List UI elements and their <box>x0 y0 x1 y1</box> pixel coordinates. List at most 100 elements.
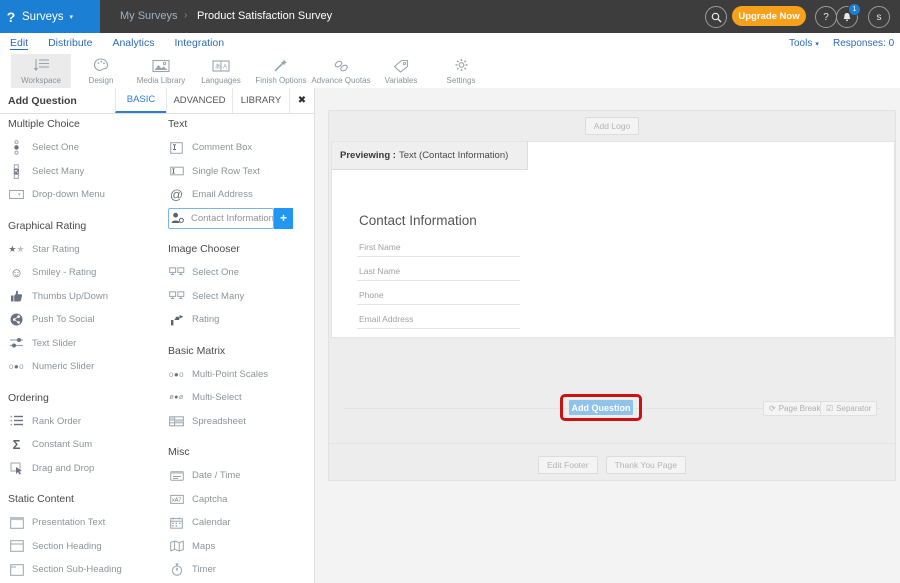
toolbar-item-advance-quotas[interactable]: Advance Quotas <box>311 54 371 88</box>
app-logo-surveys-menu[interactable]: ? Surveys ▾ <box>0 0 100 33</box>
avatar[interactable]: s <box>868 6 890 28</box>
single-row-text-icon <box>168 163 185 179</box>
question-type-captcha[interactable]: xA7 Captcha <box>168 488 310 512</box>
translate-icon: あA <box>212 57 230 74</box>
question-type-drag-and-drop[interactable]: Drag and Drop <box>8 457 158 481</box>
question-type-star-rating[interactable]: ★★ Star Rating <box>8 238 158 262</box>
contact-information-option[interactable]: Contact Information <box>168 208 274 229</box>
page-break-button[interactable]: ⟳ Page Break <box>763 401 827 416</box>
edit-footer-button[interactable]: Edit Footer <box>538 456 598 474</box>
questionpro-survey-editor: ? Surveys ▾ My Surveys › Product Satisfa… <box>0 0 900 583</box>
item-label: Single Row Text <box>192 166 260 177</box>
close-icon[interactable]: ✖ <box>289 88 314 113</box>
add-contact-information-button[interactable]: + <box>274 208 293 229</box>
toolbar-item-workspace[interactable]: Workspace <box>11 54 71 88</box>
toolbar-label: Finish Options <box>255 76 306 85</box>
search-icon[interactable] <box>705 6 727 28</box>
question-type-contact-information[interactable]: Contact Information + <box>168 207 310 231</box>
add-question-panel: Add Question BASIC ADVANCED LIBRARY ✖ Mu… <box>0 88 315 583</box>
field-last-name[interactable]: Last Name <box>357 266 520 281</box>
item-label: Date / Time <box>192 470 241 481</box>
panel-header: Add Question BASIC ADVANCED LIBRARY ✖ <box>0 88 314 114</box>
star-icon: ★★ <box>8 241 25 257</box>
toolbar-item-variables[interactable]: Variables <box>371 54 431 88</box>
panel-title: Add Question <box>8 95 77 107</box>
question-type-single-row-text[interactable]: Single Row Text <box>168 160 310 184</box>
toolbar-item-design[interactable]: Design <box>71 54 131 88</box>
help-icon[interactable]: ? <box>815 6 837 28</box>
numeric-slider-icon: o●o <box>8 359 25 375</box>
question-type-thumbs-up-down[interactable]: Thumbs Up/Down <box>8 285 158 309</box>
breadcrumb-my-surveys[interactable]: My Surveys <box>120 10 177 22</box>
question-type-section-heading[interactable]: Section Heading <box>8 535 158 559</box>
captcha-icon: xA7 <box>168 491 185 507</box>
previewing-value: Text (Contact Information) <box>399 150 508 161</box>
item-label: Select Many <box>192 291 244 302</box>
top-bar: ? Surveys ▾ My Surveys › Product Satisfa… <box>0 0 900 33</box>
upgrade-now-button[interactable]: Upgrade Now <box>732 6 806 26</box>
nav-item-distribute[interactable]: Distribute <box>48 37 92 50</box>
tab-library[interactable]: LIBRARY <box>232 88 289 113</box>
separator-button[interactable]: ☑ Separator <box>820 401 877 416</box>
tab-basic[interactable]: BASIC <box>115 88 166 113</box>
svg-text:あ: あ <box>215 63 221 70</box>
question-type-push-to-social[interactable]: Push To Social <box>8 308 158 332</box>
panel-tabs: BASIC ADVANCED LIBRARY ✖ <box>115 88 314 113</box>
tools-menu[interactable]: Tools▾ <box>789 38 819 49</box>
field-phone[interactable]: Phone <box>357 290 520 305</box>
question-type-image-rating[interactable]: Rating <box>168 308 310 332</box>
presentation-text-icon <box>8 515 25 531</box>
nav-item-integration[interactable]: Integration <box>174 37 224 50</box>
question-type-timer[interactable]: Timer <box>168 558 310 582</box>
add-question-button[interactable]: Add Question <box>569 400 633 415</box>
question-type-comment-box[interactable]: Comment Box <box>168 136 310 160</box>
field-placeholder: Email Address <box>357 314 520 328</box>
toolbar-item-languages[interactable]: あA Languages <box>191 54 251 88</box>
question-type-rank-order[interactable]: Rank Order <box>8 410 158 434</box>
question-type-drop-down-menu[interactable]: Drop-down Menu <box>8 183 158 207</box>
image-select-one-icon <box>168 265 185 281</box>
editor-toolbar: Workspace Design Media Library あA Langua… <box>0 54 900 89</box>
footer-divider <box>329 443 895 444</box>
toolbar-item-media-library[interactable]: Media Library <box>131 54 191 88</box>
section-subheading-icon <box>8 562 25 578</box>
item-label: Presentation Text <box>32 517 105 528</box>
tab-advanced[interactable]: ADVANCED <box>166 88 232 113</box>
gear-icon <box>454 57 469 74</box>
question-type-presentation-text[interactable]: Presentation Text <box>8 511 158 535</box>
question-type-section-sub-heading[interactable]: Section Sub-Heading <box>8 558 158 582</box>
previewing-label-tab: Previewing : Text (Contact Information) <box>332 142 528 170</box>
question-type-image-select-one[interactable]: Select One <box>168 261 310 285</box>
item-label: Rating <box>192 314 219 325</box>
question-type-spreadsheet[interactable]: Spreadsheet <box>168 410 310 434</box>
add-logo-button[interactable]: Add Logo <box>585 117 639 135</box>
group-misc: Misc Date / Time xA7 Captcha <box>168 446 310 582</box>
workspace-icon <box>33 57 50 74</box>
question-type-numeric-slider[interactable]: o●o Numeric Slider <box>8 355 158 379</box>
nav-item-edit[interactable]: Edit <box>10 37 28 50</box>
group-text: Text Comment Box Single Row Text @ Email… <box>168 118 310 230</box>
item-label: Maps <box>192 541 215 552</box>
item-label: Section Heading <box>32 541 102 552</box>
question-type-email-address[interactable]: @ Email Address <box>168 183 310 207</box>
question-type-multi-point-scales[interactable]: o●o Multi-Point Scales <box>168 363 310 387</box>
toolbar-item-settings[interactable]: Settings <box>431 54 491 88</box>
question-type-select-many[interactable]: Select Many <box>8 160 158 184</box>
field-email-address[interactable]: Email Address <box>357 314 520 329</box>
question-type-maps[interactable]: Maps <box>168 535 310 559</box>
notifications-bell-icon[interactable]: 1 <box>836 6 858 28</box>
field-first-name[interactable]: First Name <box>357 242 520 257</box>
question-type-smiley-rating[interactable]: ☺ Smiley - Rating <box>8 261 158 285</box>
question-type-image-select-many[interactable]: Select Many <box>168 285 310 309</box>
dropdown-icon <box>8 187 25 203</box>
question-type-date-time[interactable]: Date / Time <box>168 464 310 488</box>
nav-item-analytics[interactable]: Analytics <box>112 37 154 50</box>
toolbar-item-finish-options[interactable]: Finish Options <box>251 54 311 88</box>
group-ordering: Ordering Rank Order Σ Constant Sum Drag … <box>8 392 158 481</box>
thank-you-page-button[interactable]: Thank You Page <box>606 456 686 474</box>
question-type-select-one[interactable]: Select One <box>8 136 158 160</box>
question-type-constant-sum[interactable]: Σ Constant Sum <box>8 433 158 457</box>
question-type-multi-select[interactable]: ø●ø Multi-Select <box>168 386 310 410</box>
question-type-text-slider[interactable]: Text Slider <box>8 332 158 356</box>
question-type-calendar[interactable]: Calendar <box>168 511 310 535</box>
